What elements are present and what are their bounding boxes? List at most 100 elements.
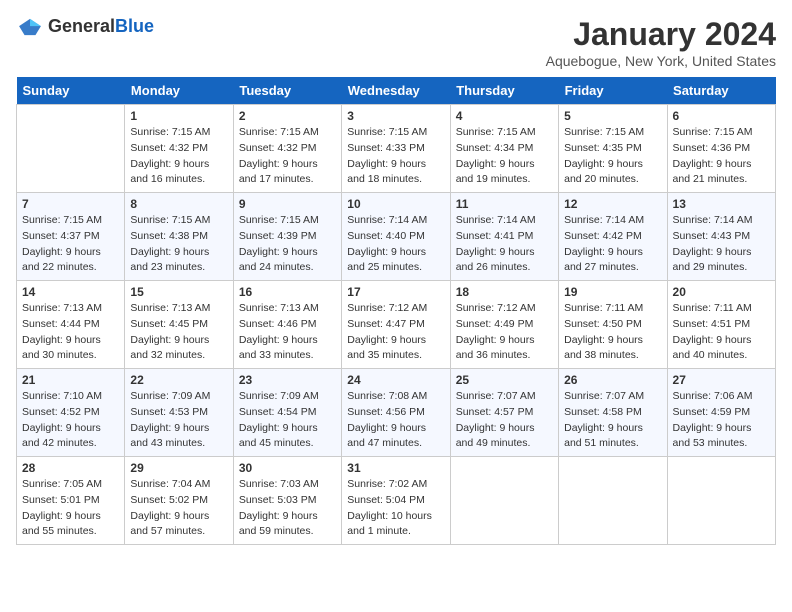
daylight-text: Daylight: 9 hours and 43 minutes.: [130, 421, 227, 453]
sunrise-text: Sunrise: 7:05 AM: [22, 477, 119, 493]
sunrise-text: Sunrise: 7:08 AM: [347, 389, 444, 405]
col-wednesday: Wednesday: [342, 77, 450, 105]
sunrise-text: Sunrise: 7:03 AM: [239, 477, 336, 493]
sunrise-text: Sunrise: 7:13 AM: [22, 301, 119, 317]
sunrise-text: Sunrise: 7:04 AM: [130, 477, 227, 493]
day-number: 16: [239, 285, 336, 299]
day-number: 21: [22, 373, 119, 387]
sunset-text: Sunset: 4:54 PM: [239, 405, 336, 421]
cell-2-5: 19Sunrise: 7:11 AMSunset: 4:50 PMDayligh…: [559, 281, 667, 369]
day-number: 10: [347, 197, 444, 211]
cell-3-1: 22 Sunrise: 7:09 AMSunset: 4:53 PMDayligh…: [125, 369, 233, 457]
sunrise-text: Sunrise: 7:15 AM: [673, 125, 770, 141]
cell-4-6: [667, 457, 775, 545]
day-number: 7: [22, 197, 119, 211]
week-row-5: 28 Sunrise: 7:05 AMSunset: 5:01 PMDayligh…: [17, 457, 776, 545]
cell-4-2: 30Sunrise: 7:03 AMSunset: 5:03 PMDayligh…: [233, 457, 341, 545]
cell-2-1: 15Sunrise: 7:13 AMSunset: 4:45 PMDayligh…: [125, 281, 233, 369]
sunrise-text: Sunrise: 7:12 AM: [456, 301, 553, 317]
daylight-text: Daylight: 9 hours and 18 minutes.: [347, 157, 444, 189]
calendar-table: Sunday Monday Tuesday Wednesday Thursday…: [16, 77, 776, 545]
day-info: Sunrise: 7:15 AMSunset: 4:32 PMDaylight:…: [239, 125, 336, 188]
day-number: 17: [347, 285, 444, 299]
sunrise-text: Sunrise: 7:07 AM: [456, 389, 553, 405]
cell-0-5: 5Sunrise: 7:15 AMSunset: 4:35 PMDaylight…: [559, 105, 667, 193]
day-info: Sunrise: 7:11 AMSunset: 4:50 PMDaylight:…: [564, 301, 661, 364]
day-number: 6: [673, 109, 770, 123]
day-number: 1: [130, 109, 227, 123]
daylight-text: Daylight: 9 hours and 47 minutes.: [347, 421, 444, 453]
sunset-text: Sunset: 5:03 PM: [239, 493, 336, 509]
day-info: Sunrise: 7:12 AMSunset: 4:47 PMDaylight:…: [347, 301, 444, 364]
sunset-text: Sunset: 5:04 PM: [347, 493, 444, 509]
day-number: 18: [456, 285, 553, 299]
cell-0-2: 2Sunrise: 7:15 AMSunset: 4:32 PMDaylight…: [233, 105, 341, 193]
day-number: 8: [130, 197, 227, 211]
day-info: Sunrise: 7:06 AMSunset: 4:59 PMDaylight:…: [673, 389, 770, 452]
day-info: Sunrise: 7:07 AMSunset: 4:58 PMDaylight:…: [564, 389, 661, 452]
cell-1-5: 12Sunrise: 7:14 AMSunset: 4:42 PMDayligh…: [559, 193, 667, 281]
day-number: 11: [456, 197, 553, 211]
daylight-text: Daylight: 9 hours and 38 minutes.: [564, 333, 661, 365]
day-number: 25: [456, 373, 553, 387]
sunset-text: Sunset: 5:02 PM: [130, 493, 227, 509]
day-number: 3: [347, 109, 444, 123]
calendar-subtitle: Aquebogue, New York, United States: [546, 53, 776, 69]
day-number: 20: [673, 285, 770, 299]
sunrise-text: Sunrise: 7:12 AM: [347, 301, 444, 317]
sunrise-text: Sunrise: 7:15 AM: [347, 125, 444, 141]
sunset-text: Sunset: 4:43 PM: [673, 229, 770, 245]
sunrise-text: Sunrise: 7:15 AM: [130, 125, 227, 141]
day-info: Sunrise: 7:13 AMSunset: 4:46 PMDaylight:…: [239, 301, 336, 364]
day-number: 26: [564, 373, 661, 387]
day-info: Sunrise: 7:07 AMSunset: 4:57 PMDaylight:…: [456, 389, 553, 452]
sunrise-text: Sunrise: 7:07 AM: [564, 389, 661, 405]
day-number: 29: [130, 461, 227, 475]
col-monday: Monday: [125, 77, 233, 105]
daylight-text: Daylight: 9 hours and 20 minutes.: [564, 157, 661, 189]
sunset-text: Sunset: 4:58 PM: [564, 405, 661, 421]
daylight-text: Daylight: 9 hours and 30 minutes.: [22, 333, 119, 365]
week-row-1: 1Sunrise: 7:15 AMSunset: 4:32 PMDaylight…: [17, 105, 776, 193]
sunset-text: Sunset: 4:32 PM: [130, 141, 227, 157]
day-info: Sunrise: 7:09 AMSunset: 4:53 PMDaylight:…: [130, 389, 227, 452]
daylight-text: Daylight: 10 hours and 1 minute.: [347, 509, 444, 541]
day-info: Sunrise: 7:15 AMSunset: 4:37 PMDaylight:…: [22, 213, 119, 276]
cell-1-3: 10Sunrise: 7:14 AMSunset: 4:40 PMDayligh…: [342, 193, 450, 281]
day-info: Sunrise: 7:15 AMSunset: 4:36 PMDaylight:…: [673, 125, 770, 188]
cell-4-5: [559, 457, 667, 545]
sunset-text: Sunset: 4:42 PM: [564, 229, 661, 245]
sunset-text: Sunset: 4:59 PM: [673, 405, 770, 421]
sunset-text: Sunset: 4:44 PM: [22, 317, 119, 333]
cell-3-4: 25 Sunrise: 7:07 AMSunset: 4:57 PMDayligh…: [450, 369, 558, 457]
sunset-text: Sunset: 4:52 PM: [22, 405, 119, 421]
day-info: Sunrise: 7:15 AMSunset: 4:32 PMDaylight:…: [130, 125, 227, 188]
week-row-2: 7 Sunrise: 7:15 AMSunset: 4:37 PMDaylight…: [17, 193, 776, 281]
day-number: 22: [130, 373, 227, 387]
sunrise-text: Sunrise: 7:14 AM: [564, 213, 661, 229]
daylight-text: Daylight: 9 hours and 29 minutes.: [673, 245, 770, 277]
sunset-text: Sunset: 4:57 PM: [456, 405, 553, 421]
cell-2-0: 14Sunrise: 7:13 AMSunset: 4:44 PMDayligh…: [17, 281, 125, 369]
day-info: Sunrise: 7:14 AMSunset: 4:43 PMDaylight:…: [673, 213, 770, 276]
sunset-text: Sunset: 4:53 PM: [130, 405, 227, 421]
sunset-text: Sunset: 4:38 PM: [130, 229, 227, 245]
day-info: Sunrise: 7:11 AMSunset: 4:51 PMDaylight:…: [673, 301, 770, 364]
sunset-text: Sunset: 4:49 PM: [456, 317, 553, 333]
logo-icon: [16, 17, 44, 37]
daylight-text: Daylight: 9 hours and 55 minutes.: [22, 509, 119, 541]
cell-3-2: 23Sunrise: 7:09 AMSunset: 4:54 PMDayligh…: [233, 369, 341, 457]
daylight-text: Daylight: 9 hours and 33 minutes.: [239, 333, 336, 365]
cell-2-6: 20 Sunrise: 7:11 AMSunset: 4:51 PMDayligh…: [667, 281, 775, 369]
daylight-text: Daylight: 9 hours and 51 minutes.: [564, 421, 661, 453]
logo-blue-text: Blue: [115, 16, 154, 36]
day-info: Sunrise: 7:05 AMSunset: 5:01 PMDaylight:…: [22, 477, 119, 540]
day-info: Sunrise: 7:13 AMSunset: 4:45 PMDaylight:…: [130, 301, 227, 364]
daylight-text: Daylight: 9 hours and 42 minutes.: [22, 421, 119, 453]
day-number: 5: [564, 109, 661, 123]
sunset-text: Sunset: 4:32 PM: [239, 141, 336, 157]
daylight-text: Daylight: 9 hours and 32 minutes.: [130, 333, 227, 365]
daylight-text: Daylight: 9 hours and 36 minutes.: [456, 333, 553, 365]
cell-4-0: 28 Sunrise: 7:05 AMSunset: 5:01 PMDayligh…: [17, 457, 125, 545]
day-number: 28: [22, 461, 119, 475]
